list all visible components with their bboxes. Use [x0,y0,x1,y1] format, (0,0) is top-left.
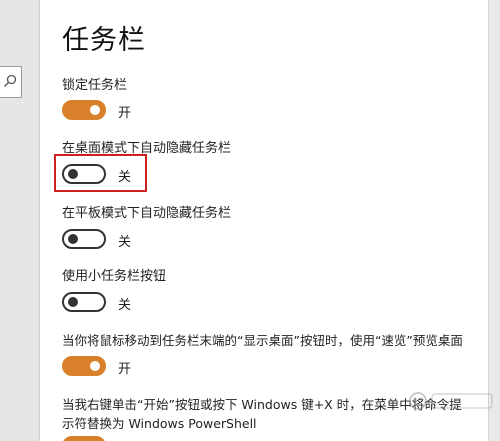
setting-label-small-buttons: 使用小任务栏按钮 [62,269,167,284]
toggle-knob [90,105,100,115]
settings-content: 任务栏 锁定任务栏 开 在桌面模式下自动隐藏任务栏 关 在平板模式下自动隐藏任务… [40,0,500,441]
toggle-knob [68,297,78,307]
search-box[interactable] [0,66,22,98]
setting-label-powershell-line2: 示符替换为 Windows PowerShell [62,416,257,431]
toggle-autohide-desktop[interactable] [62,164,106,184]
setting-label-powershell-line1: 当我右键单击“开始”按钮或按下 Windows 键+X 时，在菜单中将命令提 [62,397,462,412]
toggle-state-autohide-tablet: 关 [118,235,132,250]
toggle-powershell[interactable] [62,436,106,441]
setting-label-peek: 当你将鼠标移动到任务栏末端的“显示桌面”按钮时，使用“速览”预览桌面 [62,333,463,348]
toggle-state-lock-taskbar: 开 [118,106,132,121]
toggle-small-buttons[interactable] [62,292,106,312]
setting-label-lock-taskbar: 锁定任务栏 [62,78,128,93]
setting-label-autohide-tablet: 在平板模式下自动隐藏任务栏 [62,206,232,221]
toggle-knob [90,361,100,371]
toggle-peek[interactable] [62,356,106,376]
toggle-knob [68,169,78,179]
toggle-state-peek: 开 [118,362,132,377]
right-scroll-edge [488,0,500,441]
toggle-autohide-tablet[interactable] [62,229,106,249]
page-title: 任务栏 [62,25,146,56]
baidu-jingyan-logo-icon [409,392,493,410]
search-icon [4,74,17,87]
toggle-state-autohide-desktop: 关 [118,170,132,185]
left-navigation-pane [0,0,40,441]
toggle-knob [68,234,78,244]
toggle-lock-taskbar[interactable] [62,100,106,120]
toggle-state-small-buttons: 关 [118,298,132,313]
